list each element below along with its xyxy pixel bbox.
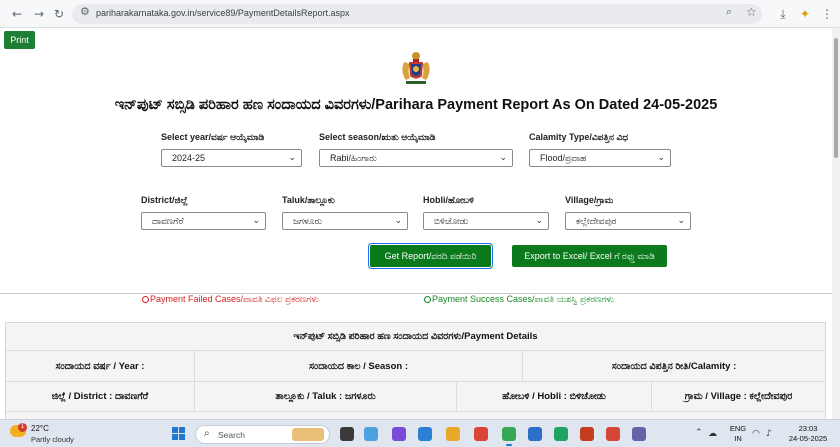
page-scrollbar[interactable]: [832, 28, 840, 419]
weather-temperature: 22°C: [31, 424, 49, 433]
hobli-cell: ಹೋಬಳಿ / Hobli : ಬಿಳಿಚೋಡು: [457, 382, 652, 411]
legend-failed-label: Payment Failed Cases/ಪಾವತಿ ವಿಫಲ ಪ್ರಕರಣಗಳ…: [150, 294, 319, 304]
calamity-label: Calamity Type/ವಿಪತ್ತಿನ ವಿಧ: [529, 132, 629, 142]
circle-icon: [142, 296, 149, 303]
chevron-down-icon: ⌄: [252, 216, 260, 226]
url-text: pariharakarnataka.gov.in/service89/Payme…: [96, 8, 350, 18]
page-content: Print ಇನ್‌ಪುಟ್ ಸಬ್ಸಿಡಿ ಪರಿಹಾರ ಹಣ ಸಂದಾಯದ …: [0, 28, 832, 419]
taluk-cell: ತಾಲ್ಲೂಕು / Taluk : ಜಗಳೂರು: [195, 382, 457, 411]
season-cell: ಸಂದಾಯದ ಕಾಲ / Season :: [195, 351, 523, 381]
edge-icon[interactable]: [418, 427, 432, 441]
table-header-row: ಇನ್‌ಪುಟ್ ಸಬ್ಸಿಡಿ ಪರಿಹಾರ ಹಣ ಸಂದಾಯದ ವಿವರಗಳ…: [6, 323, 825, 351]
bookmark-star-icon[interactable]: ☆: [746, 5, 757, 19]
season-select-value: Rabi/ಹಿಂಗಾರು: [330, 153, 377, 163]
year-label: Select year/ವರ್ಷ ಆಯ್ಕೆಮಾಡಿ: [161, 132, 265, 142]
powerpoint-icon[interactable]: [580, 427, 594, 441]
windows-taskbar: 1 22°C Partly cloudy ⌕ Search ⌃ ☁ ENG IN…: [0, 419, 840, 447]
taskbar-search[interactable]: ⌕ Search: [195, 425, 330, 444]
clock-time[interactable]: 23:03: [786, 424, 830, 433]
word-icon[interactable]: [528, 427, 542, 441]
windows-start-icon[interactable]: [172, 427, 186, 441]
legend-failed: Payment Failed Cases/ಪಾವತಿ ವಿಫಲ ಪ್ರಕರಣಗಳ…: [142, 294, 319, 305]
page-title: ಇನ್‌ಪುಟ್ ಸಬ್ಸಿಡಿ ಪರಿಹಾರ ಹಣ ಸಂದಾಯದ ವಿವರಗಳ…: [114, 97, 718, 113]
payment-details-table: ಇನ್‌ಪುಟ್ ಸಬ್ಸಿಡಿ ಪರಿಹಾರ ಹಣ ಸಂದಾಯದ ವಿವರಗಳ…: [5, 322, 826, 419]
district-select-value: ದಾವಣಗೆರೆ: [152, 216, 184, 226]
village-select-value: ಕಲ್ಲೇದೇವಪುರ: [576, 216, 617, 226]
excel-icon[interactable]: [554, 427, 568, 441]
table-row: ಜಿಲ್ಲೆ / District : ದಾವಣಗೆರೆ ತಾಲ್ಲೂಕು / …: [6, 382, 825, 412]
calamity-select[interactable]: Flood/ಪ್ರವಾಹ ⌄: [529, 149, 671, 167]
scrollbar-thumb[interactable]: [834, 38, 838, 158]
chevron-up-icon[interactable]: ⌃: [695, 428, 703, 438]
chevron-down-icon: ⌄: [657, 153, 665, 163]
hobli-select[interactable]: ಬಿಳಿಚೋಡು ⌄: [423, 212, 549, 230]
search-highlight-image: [292, 428, 324, 441]
back-icon[interactable]: ←: [8, 5, 26, 23]
village-select[interactable]: ಕಲ್ಲೇದೇವಪುರ ⌄: [565, 212, 691, 230]
calamity-cell: ಸಂದಾಯದ ವಿಪತ್ತಿನ ರೀತಿ/Calamity :: [611, 360, 737, 372]
browser-toolbar: ← → ↻ ⚙ pariharakarnataka.gov.in/service…: [0, 0, 840, 28]
notification-badge: 1: [18, 423, 27, 432]
print-button[interactable]: Print: [4, 31, 35, 49]
forward-icon[interactable]: →: [30, 5, 48, 23]
mail-icon[interactable]: [606, 427, 620, 441]
taluk-select[interactable]: ಜಗಳೂರು ⌄: [282, 212, 408, 230]
download-icon[interactable]: ⤓: [774, 5, 792, 23]
menu-icon[interactable]: ⋮: [818, 5, 836, 23]
site-info-icon[interactable]: ⚙: [80, 5, 90, 18]
hobli-label: Hobli/ಹೋಬಳಿ: [423, 195, 474, 205]
onedrive-icon[interactable]: ☁: [708, 429, 717, 439]
year-select[interactable]: 2024-25 ⌄: [161, 149, 302, 167]
app-icon[interactable]: [392, 427, 406, 441]
calamity-select-value: Flood/ಪ್ರವಾಹ: [540, 153, 587, 163]
hobli-select-value: ಬಿಳಿಚೋಡು: [434, 216, 469, 226]
table-header: ಇನ್‌ಪುಟ್ ಸಬ್ಸಿಡಿ ಪರಿಹಾರ ಹಣ ಸಂದಾಯದ ವಿವರಗಳ…: [293, 331, 538, 342]
legend-success: Payment Success Cases/ಪಾವತಿ ಯಶಸ್ವಿ ಪ್ರಕರ…: [424, 294, 614, 305]
export-excel-button[interactable]: Export to Excel/ Excel ಗೆ ರಫ್ತು ಮಾಡಿ: [512, 245, 667, 267]
season-select[interactable]: Rabi/ಹಿಂಗಾರು ⌄: [319, 149, 513, 167]
search-icon: ⌕: [204, 428, 210, 439]
chevron-down-icon: ⌄: [394, 216, 402, 226]
divider: [0, 293, 832, 294]
circle-icon: [424, 296, 431, 303]
weather-condition: Partly cloudy: [31, 435, 74, 444]
file-explorer-icon[interactable]: [446, 427, 460, 441]
chrome-active-icon[interactable]: [502, 427, 516, 446]
task-view-icon[interactable]: [340, 427, 354, 441]
village-label: Village/ಗ್ರಾಮ: [565, 195, 614, 205]
taluk-select-value: ಜಗಳೂರು: [293, 216, 323, 226]
chrome-icon[interactable]: [474, 427, 488, 441]
teams-icon[interactable]: [632, 427, 646, 441]
zoom-icon[interactable]: ⌕: [726, 5, 732, 19]
get-report-button[interactable]: Get Report/ವರದಿ ಪಡೆಯಿರಿ: [368, 243, 493, 269]
wifi-icon[interactable]: ◠: [752, 429, 760, 439]
year-cell: ಸಂದಾಯದ ವರ್ಷ / Year :: [6, 351, 195, 381]
address-bar[interactable]: ⚙ pariharakarnataka.gov.in/service89/Pay…: [72, 4, 762, 24]
karnataka-emblem-icon: [402, 52, 430, 84]
taluk-label: Taluk/ತಾಲ್ಲೂಕು: [282, 195, 335, 205]
season-label: Select season/ಋತು ಆಯ್ಕೆಮಾಡಿ: [319, 132, 436, 142]
language-indicator[interactable]: ENG: [727, 424, 749, 433]
legend-success-label: Payment Success Cases/ಪಾವತಿ ಯಶಸ್ವಿ ಪ್ರಕರ…: [432, 294, 614, 304]
reload-icon[interactable]: ↻: [50, 5, 68, 23]
widgets-icon[interactable]: [364, 427, 378, 441]
search-placeholder: Search: [218, 430, 245, 440]
district-cell: ಜಿಲ್ಲೆ / District : ದಾವಣಗೆರೆ: [6, 382, 195, 411]
chevron-down-icon: ⌄: [677, 216, 685, 226]
district-label: District/ಜಿಲ್ಲೆ: [141, 195, 188, 205]
extension-icon[interactable]: ✦: [796, 5, 814, 23]
chevron-down-icon: ⌄: [288, 153, 296, 163]
chevron-down-icon: ⌄: [499, 153, 507, 163]
table-row: ಸಂದಾಯದ ವರ್ಷ / Year : ಸಂದಾಯದ ಕಾಲ / Season…: [6, 351, 825, 382]
volume-icon[interactable]: ♪: [766, 429, 772, 439]
year-select-value: 2024-25: [172, 153, 206, 163]
language-region: IN: [734, 434, 742, 443]
village-cell: ಗ್ರಾಮ / Village : ಕಲ್ಲೇದೇವಪುರ: [684, 391, 793, 402]
chevron-down-icon: ⌄: [535, 216, 543, 226]
district-select[interactable]: ದಾವಣಗೆರೆ ⌄: [141, 212, 266, 230]
clock-date: 24-05-2025: [788, 434, 828, 443]
